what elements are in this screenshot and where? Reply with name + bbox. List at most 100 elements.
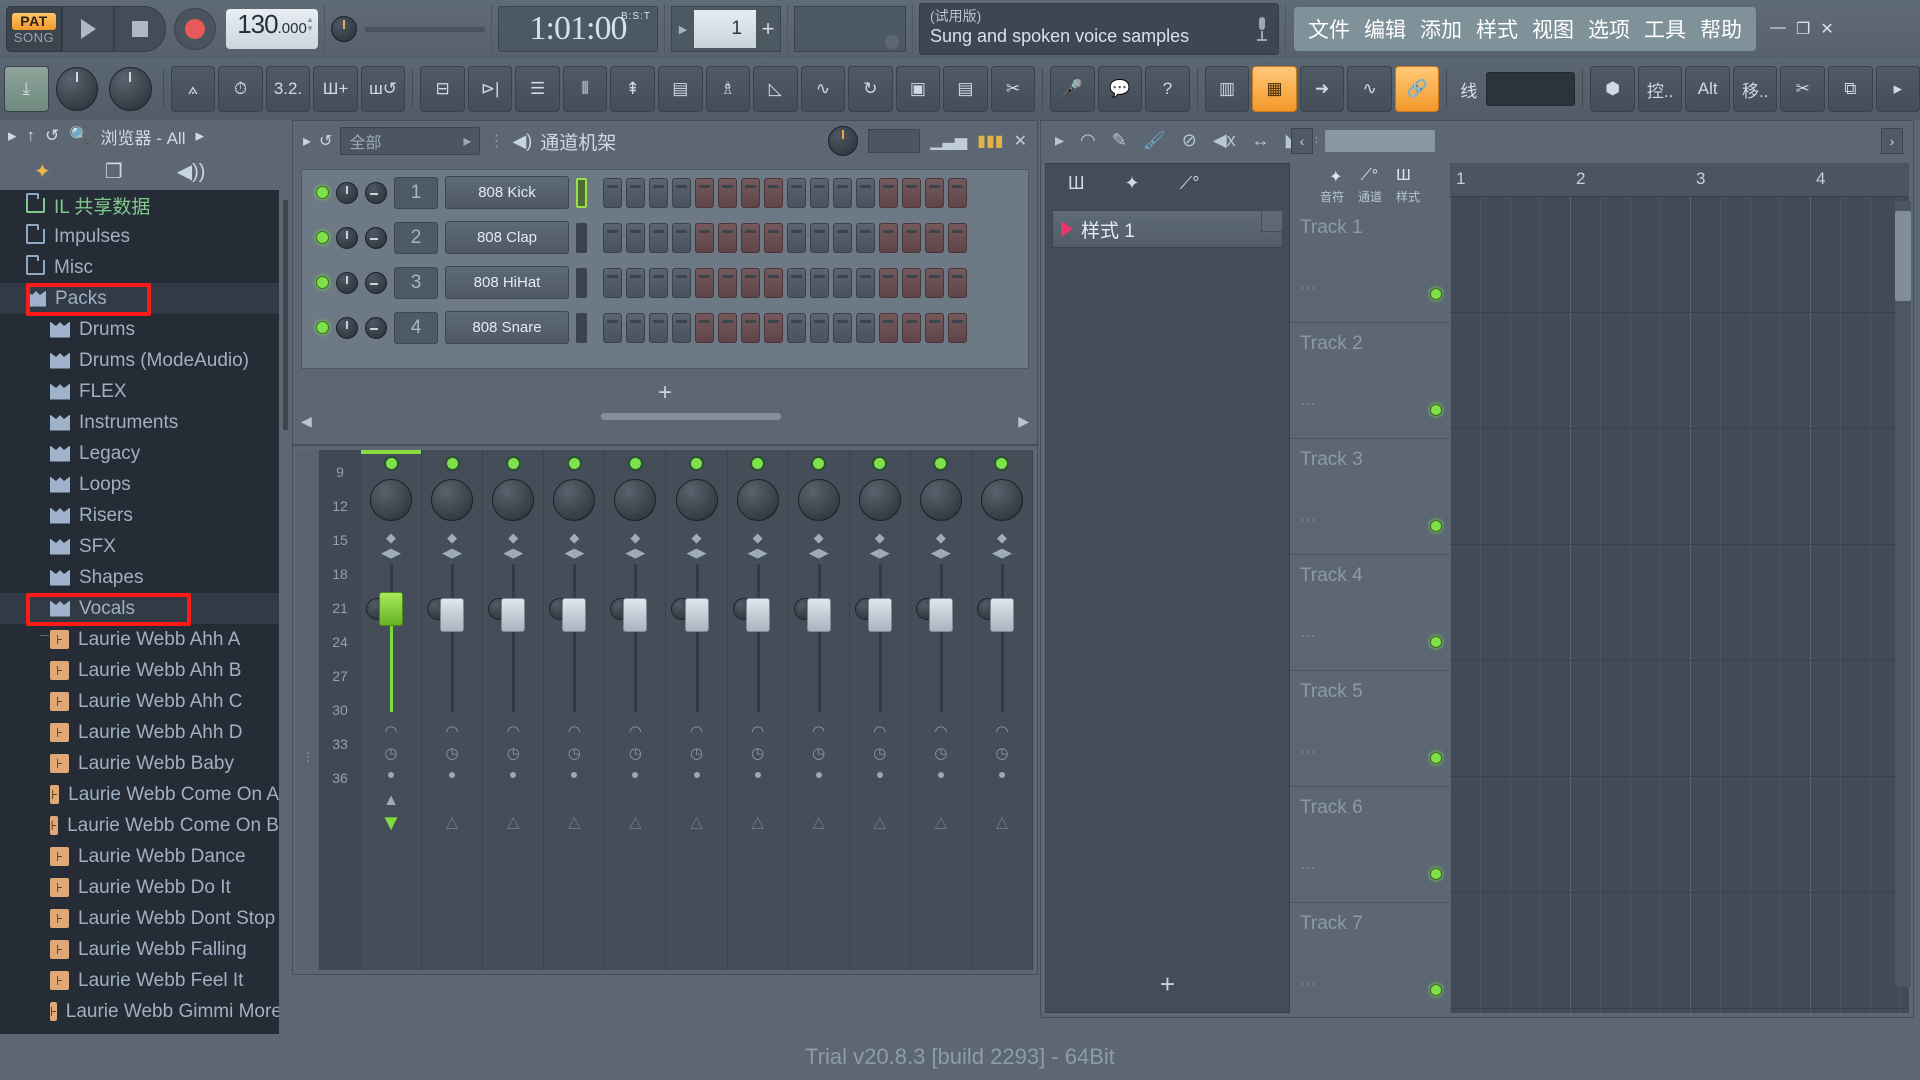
track-enable-led[interactable] [1430,288,1442,300]
piano-icon[interactable]: Ш [1068,173,1085,194]
strip-volume-fader[interactable] [501,598,526,632]
strip-fader-area[interactable] [544,564,604,714]
step-button[interactable] [948,177,967,208]
strip-volume-fader[interactable] [745,598,770,632]
step-button[interactable] [856,222,875,253]
maximize-button[interactable]: ❐ [1796,19,1810,39]
channel-select-bar[interactable] [576,312,587,343]
strip-volume-fader[interactable] [623,598,648,632]
undo-icon[interactable]: ↺ [45,126,59,146]
strip-stereo-sep-icon[interactable]: ◆ ◀▶ [483,530,543,560]
strip-stereo-sep-icon[interactable]: ◆ ◀▶ [544,530,604,560]
count-in-icon[interactable]: 3.2. [265,66,311,112]
step-sequencer[interactable] [603,312,967,343]
menu-item-add[interactable]: 添加 [1420,14,1462,44]
strip-clock-icon[interactable]: ◷ [666,744,726,762]
strip-clock-icon[interactable]: ◷ [544,744,604,762]
strip-volume-fader[interactable] [684,598,709,632]
browser-sample-item[interactable]: ⊦ Laurie Webb Do It [0,635,279,903]
channel-row[interactable]: 3 808 HiHat [302,260,1028,305]
mixer-strip[interactable]: ◆ ◀▶ ◠ ◷ △ [910,450,972,970]
browser-sample-item[interactable]: ⊦ Laurie Webb Dont Stop [0,635,279,934]
channel-rack-menu-icon[interactable]: ▸ [303,131,311,151]
browser-tree[interactable]: IL 共享数据 Impulses Misc Packs Drums Drums (Mode… [0,190,279,1080]
step-button[interactable] [833,312,852,343]
strip-headphone-icon[interactable]: ◠ [728,722,788,740]
step-button[interactable] [925,222,944,253]
pattern-number[interactable]: 1 [694,10,756,48]
channel-select-bar[interactable] [576,222,587,253]
channel-select-bar[interactable] [576,267,587,298]
step-button[interactable] [833,222,852,253]
toolbar-overflow-icon[interactable]: ▸ [1875,66,1920,112]
close-icon[interactable]: ✕ [1014,131,1027,151]
strip-headphone-icon[interactable]: ◠ [789,722,849,740]
search-icon[interactable]: 🔍 [69,126,90,146]
strip-stereo-sep-icon[interactable]: ◆ ◀▶ [789,530,849,560]
strip-enable-led[interactable] [505,456,521,471]
comment-icon[interactable]: 💬 [1097,66,1143,112]
step-button[interactable] [787,267,806,298]
browser-sample-item[interactable]: ⊦ Laurie Webb Baby [0,635,279,779]
channel-row[interactable]: 4 808 Snare [302,305,1028,350]
scroll-left-icon[interactable]: ◀ [301,413,312,430]
step-button[interactable] [741,177,760,208]
strip-pan-knob[interactable] [736,479,779,521]
sparkle-icon[interactable]: ✦ [1329,167,1342,187]
playlist-track-row[interactable]: Track 2 ⋯ [1290,325,1450,439]
channel-mute-led[interactable] [316,321,329,334]
strip-clock-icon[interactable]: ◷ [911,744,971,762]
strip-fader-area[interactable] [422,564,482,714]
slice-tool-icon[interactable]: ✂ [1780,66,1825,112]
strip-stereo-sep-icon[interactable]: ◆ ◀▶ [728,530,788,560]
strip-stereo-sep-icon[interactable]: ◆ ◀▶ [666,530,726,560]
track-options-icon[interactable]: ⋯ [1300,974,1316,994]
browser-folder-item[interactable]: Shapes [0,562,279,636]
strip-route-icon[interactable]: △ [789,812,849,832]
channel-pan-knob[interactable] [365,271,387,294]
grid-track-row[interactable] [1450,777,1909,893]
alt-tool-button[interactable]: Alt [1685,66,1730,112]
browser-sample-item[interactable]: ⊦ Laurie Webb Come On B [0,635,279,841]
master-pitch-knob[interactable] [55,67,99,111]
grid-track-row[interactable] [1450,545,1909,661]
step-button[interactable] [856,177,875,208]
drag-handle-icon[interactable]: ⋮ [488,131,504,151]
step-button[interactable] [902,312,921,343]
channel-mute-led[interactable] [316,231,329,244]
grid-track-row[interactable] [1450,429,1909,545]
wave-editor-icon[interactable]: ∿ [800,66,846,112]
channel-number[interactable]: 4 [394,311,438,344]
step-sequencer-icon[interactable]: ⇞ [610,66,655,112]
browser-sample-item[interactable]: ⊦ Laurie Webb Ahh A [0,624,279,655]
track-name[interactable]: Track 5 [1300,681,1363,703]
step-button[interactable] [787,222,806,253]
save-as-icon[interactable]: ▤ [943,66,988,112]
browser-folder-item[interactable]: Misc [0,252,279,283]
tab-channels[interactable]: 通道 [1358,188,1382,205]
browser-sample-item[interactable]: ⊦ Laurie Webb Ahh C [0,635,279,717]
time-display[interactable]: 1:01 :00 B:S:T [498,6,658,52]
copy-icon[interactable]: ❐ [105,159,123,184]
strip-headphone-icon[interactable]: ◠ [666,722,726,740]
browser-folder-item[interactable]: Instruments [0,407,279,636]
link-icon[interactable]: 🔗 [1394,66,1440,112]
browser-sample-item[interactable]: ⊦ Laurie Webb Come On A [0,635,279,810]
strip-enable-led[interactable] [994,456,1010,471]
step-edit-icon[interactable]: Ш+ [313,66,358,112]
undo-icon[interactable]: ↻ [848,66,893,112]
strip-route-icon[interactable]: △ [605,812,665,832]
track-enable-led[interactable] [1430,520,1442,532]
strip-route-icon[interactable]: △ [666,812,726,832]
strip-enable-led[interactable] [566,456,582,471]
mute-icon[interactable]: ◀x [1213,130,1236,151]
strip-clock-icon[interactable]: ◷ [422,744,482,762]
step-button[interactable] [649,267,668,298]
save-file-icon[interactable]: ▣ [895,66,941,112]
step-button[interactable] [764,222,783,253]
close-button[interactable]: ✕ [1820,19,1833,39]
channel-filter-select[interactable]: 全部 ▸ [340,127,481,155]
multilink-icon[interactable]: ш↺ [360,66,406,112]
browser-folder-item[interactable]: Drums (ModeAudio) [0,345,279,636]
playlist-track-row[interactable]: Track 4 ⋯ [1290,557,1450,671]
